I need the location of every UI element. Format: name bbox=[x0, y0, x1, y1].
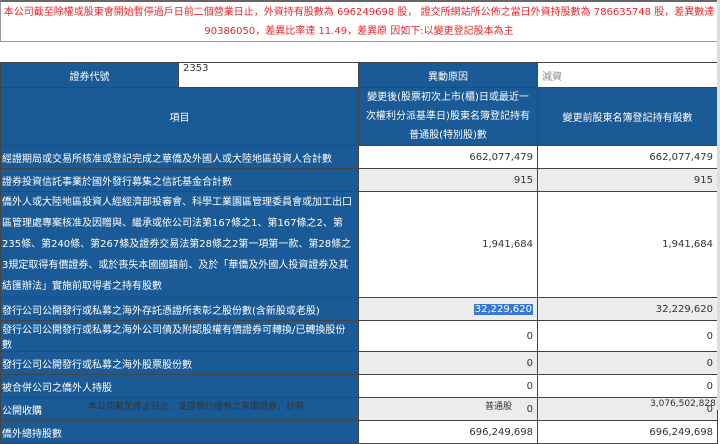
row-after-value: 1,941,684 bbox=[358, 191, 538, 298]
row-label: 發行公司公開發行或私募之海外股票股份數 bbox=[0, 351, 359, 375]
after-value-text: 32,229,620 bbox=[473, 303, 533, 315]
row-after-value: 0 bbox=[358, 351, 538, 375]
row-after-value: 0 bbox=[358, 374, 538, 398]
row-after-value: 0 bbox=[358, 320, 538, 352]
footer-text: 本公司截至停止日止，支撐發行證券之有價證券，計有 bbox=[88, 402, 305, 410]
after-value-text: 0 bbox=[526, 357, 533, 369]
row-label: 經證期局或交易所核准或登記完成之華僑及外國人或大陸地區投資人合計數 bbox=[0, 145, 359, 169]
reason-value: 減資 bbox=[537, 62, 718, 88]
row-label: 發行公司公開發行或私募之海外存託憑證所表彰之股份數(含新股或老股) bbox=[0, 297, 359, 321]
row-before-value: 0 bbox=[537, 351, 718, 375]
after-value-text: 0 bbox=[526, 380, 533, 392]
row-before-value: 915 bbox=[537, 168, 718, 192]
table-row: 僑外人或大陸地區投資人經經濟部投審會、科學工業園區管理委員會或加工出口區管理處專… bbox=[0, 191, 718, 298]
table-row: 證券投資信託事業於國外發行募集之信託基金合計數 915 915 bbox=[0, 168, 718, 192]
row-label: 被合併公司之僑外人持股 bbox=[0, 374, 359, 398]
row-after-value: 696,249,698 bbox=[358, 420, 538, 444]
after-column-header: 變更後(股票初次上市(櫃)日或最近一次權利分派基準日)股東名簿登記持有普通股(特… bbox=[358, 87, 538, 146]
after-value-text: 662,077,479 bbox=[469, 151, 533, 163]
table-row: 經證期局或交易所核准或登記完成之華僑及外國人或大陸地區投資人合計數 662,07… bbox=[0, 145, 718, 169]
after-value-text: 0 bbox=[526, 330, 533, 342]
row-after-value: 915 bbox=[358, 168, 538, 192]
foreign-holding-notice: 本公司截至除權或股東會開始暫停過戶日前二個營業日止，外資持有股數為 696249… bbox=[0, 0, 718, 42]
code-value: 2353 bbox=[178, 62, 359, 88]
code-label: 證券代號 bbox=[0, 62, 179, 88]
row-label: 僑外總持股數 bbox=[0, 420, 359, 444]
row-label: 證券投資信託事業於國外發行募集之信託基金合計數 bbox=[0, 168, 359, 192]
row-label: 發行公司公開發行或私募之海外公司債及附認股權有價證券可轉換/已轉換股份數 bbox=[0, 320, 359, 352]
row-after-value: 32,229,620 bbox=[358, 297, 538, 321]
table-row: 僑外總持股數 696,249,698 696,249,698 bbox=[0, 420, 718, 444]
reason-label: 異動原因 bbox=[358, 62, 538, 88]
row-after-value: 662,077,479 bbox=[358, 145, 538, 169]
after-value-text: 696,249,698 bbox=[469, 426, 533, 438]
before-column-header: 變更前股東名簿登記持有股數 bbox=[537, 87, 718, 146]
table-row: 被合併公司之僑外人持股 0 0 bbox=[0, 374, 718, 398]
after-value-text: 1,941,684 bbox=[482, 239, 533, 250]
footer-amount: 3,076,502,828 股 bbox=[650, 399, 716, 409]
row-label: 僑外人或大陸地區投資人經經濟部投審會、科學工業園區管理委員會或加工出口區管理處專… bbox=[0, 191, 359, 298]
table-row: 發行公司公開發行或私募之海外股票股份數 0 0 bbox=[0, 351, 718, 375]
row-before-value: 1,941,684 bbox=[537, 191, 718, 298]
item-column-header: 項目 bbox=[0, 87, 359, 146]
row-before-value: 696,249,698 bbox=[537, 420, 718, 444]
after-value-text: 915 bbox=[513, 174, 533, 186]
footer-type: 普通股 bbox=[485, 402, 513, 410]
row-before-value: 0 bbox=[537, 320, 718, 352]
table-row: 發行公司公開發行或私募之海外公司債及附認股權有價證券可轉換/已轉換股份數 0 0 bbox=[0, 320, 718, 352]
foreign-holding-table: 證券代號 2353 異動原因 減資 項目 變更後(股票初次上市(櫃)日或最近一次… bbox=[0, 62, 718, 444]
row-before-value: 0 bbox=[537, 374, 718, 398]
row-before-value: 662,077,479 bbox=[537, 145, 718, 169]
row-before-value: 32,229,620 bbox=[537, 297, 718, 321]
footer-partial-row: 本公司截至停止日止，支撐發行證券之有價證券，計有 普通股 3,076,502,8… bbox=[0, 399, 720, 410]
table-row: 發行公司公開發行或私募之海外存託憑證所表彰之股份數(含新股或老股) 32,229… bbox=[0, 297, 718, 321]
